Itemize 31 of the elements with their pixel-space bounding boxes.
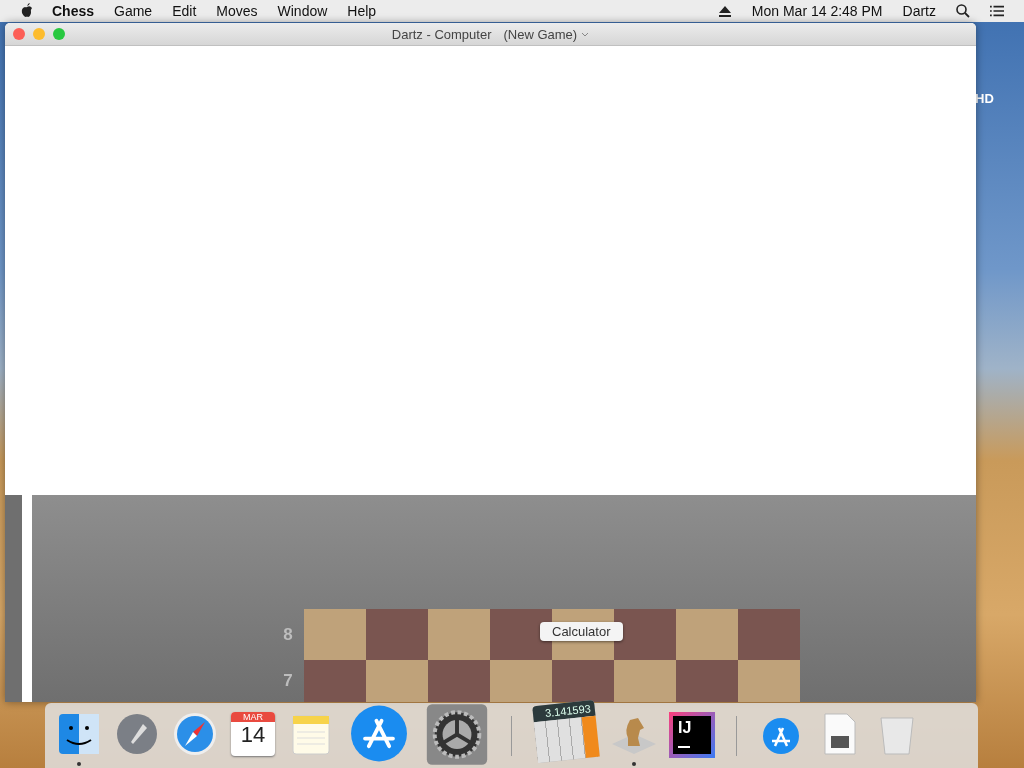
calculator-icon[interactable]: 3.141593 [532,699,600,764]
ide-icon[interactable]: IJ [669,712,715,758]
menu-item[interactable]: Moves [206,3,268,19]
minimize-button[interactable] [33,28,45,40]
rank-label: 8 [282,624,294,645]
desktop-icon-label: HD [975,91,994,106]
rank-label: 7 [282,671,294,691]
app-menu[interactable]: Chess [42,3,105,19]
board-square[interactable] [614,609,676,660]
menu-item[interactable]: Game [104,3,163,19]
user-menu[interactable]: Dartz [892,3,946,19]
app-store-icon[interactable] [348,703,410,764]
document-title-menu[interactable]: (New Game) [503,26,578,42]
compass-icon[interactable] [171,710,219,758]
running-indicator [77,762,81,766]
list-icon[interactable] [990,4,1004,18]
zoom-button[interactable] [53,28,65,40]
close-button[interactable] [13,28,25,40]
clock[interactable]: Mon Mar 14 2:48 PM [741,3,893,19]
calendar-icon[interactable]: MAR 14 [231,712,275,756]
running-indicator [632,762,636,766]
search-icon[interactable] [956,4,970,18]
caret-icon[interactable] [581,31,590,37]
tooltip: Calculator [540,622,623,641]
apple-logo-icon[interactable] [20,3,34,19]
menu-item[interactable]: Help [337,3,387,19]
eject-icon[interactable] [717,4,732,18]
board-square[interactable] [490,609,552,660]
menu-item[interactable]: Window [267,3,338,19]
menu-item[interactable]: Edit [162,3,207,19]
window-title: Dartz - Computer [391,26,492,42]
